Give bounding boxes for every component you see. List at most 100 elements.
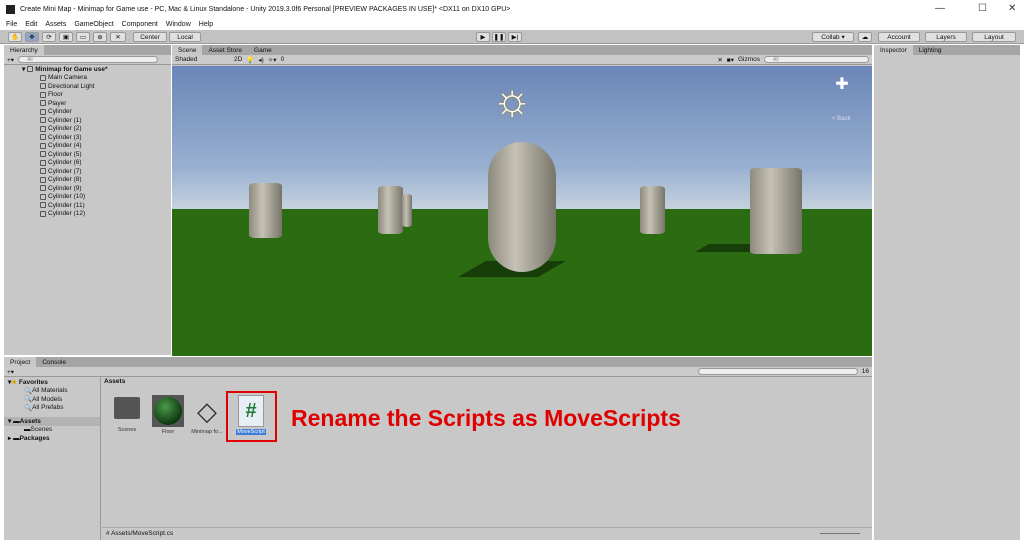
collab-button[interactable]: Collab ▾ xyxy=(812,32,854,42)
menu-file[interactable]: File xyxy=(6,21,17,28)
tools-icon[interactable]: ✕ xyxy=(717,56,722,64)
favorites[interactable]: ▾ ★ Favorites xyxy=(4,378,100,387)
2d-toggle[interactable]: 2D xyxy=(234,56,242,63)
asset-floor-material[interactable]: Floor xyxy=(148,395,188,435)
transform-tool-button[interactable]: ⊕ xyxy=(93,32,107,42)
layers-dropdown[interactable]: Layers xyxy=(925,32,967,42)
hierarchy-item-label: Cylinder xyxy=(48,108,72,116)
hierarchy-item[interactable]: Cylinder (9) xyxy=(4,184,171,193)
create-button[interactable]: +▾ xyxy=(7,56,14,64)
project-search[interactable] xyxy=(697,368,858,375)
hierarchy-item[interactable]: Cylinder (3) xyxy=(4,133,171,142)
annotation-text: Rename the Scripts as MoveScripts xyxy=(291,405,681,431)
tab-hierarchy[interactable]: Hierarchy xyxy=(4,45,44,55)
asset-count: 16 xyxy=(861,368,869,375)
menu-component[interactable]: Component xyxy=(122,21,158,28)
step-button[interactable]: ▶| xyxy=(508,32,522,42)
hierarchy-item[interactable]: Cylinder (8) xyxy=(4,176,171,185)
account-dropdown[interactable]: Account xyxy=(878,32,920,42)
pivot-center-button[interactable]: Center xyxy=(133,32,167,42)
folder-scenes[interactable]: ▬ Scenes xyxy=(4,426,100,435)
back-label[interactable]: < Back xyxy=(832,116,851,122)
menu-window[interactable]: Window xyxy=(166,21,191,28)
custom-tool-button[interactable]: ✕ xyxy=(110,32,126,42)
create-asset-button[interactable]: +▾ xyxy=(7,368,14,376)
lighting-toggle-icon[interactable]: 💡 xyxy=(246,56,254,64)
audio-toggle-icon[interactable]: ◂) xyxy=(258,56,263,64)
material-preview xyxy=(152,395,184,427)
gameobject-icon xyxy=(40,134,46,141)
layout-dropdown[interactable]: Layout xyxy=(972,32,1016,42)
folder-packages[interactable]: ▸ ▬ Packages xyxy=(4,434,100,443)
gizmos-dropdown[interactable]: Gizmos xyxy=(738,56,760,63)
play-button[interactable]: ▶ xyxy=(476,32,490,42)
hierarchy-item-label: Cylinder (3) xyxy=(48,133,82,141)
scene-name: Minimap for Game use* xyxy=(35,65,108,73)
cylinder xyxy=(402,194,412,227)
tab-asset-store[interactable]: Asset Store xyxy=(202,45,248,55)
pivot-local-button[interactable]: Local xyxy=(169,32,201,42)
breadcrumb[interactable]: Assets xyxy=(104,378,125,385)
hierarchy-item[interactable]: Cylinder (4) xyxy=(4,142,171,151)
hand-tool-button[interactable]: ✋ xyxy=(8,32,22,42)
asset-minimap-scene[interactable]: ◇ Minimap fo... xyxy=(187,395,227,435)
tab-scene[interactable]: Scene xyxy=(172,45,203,55)
hierarchy-item[interactable]: Cylinder (6) xyxy=(4,159,171,168)
hierarchy-item[interactable]: Floor xyxy=(4,91,171,100)
rect-tool-button[interactable]: ▭ xyxy=(76,32,90,42)
minimize-button[interactable]: — xyxy=(935,3,945,14)
hierarchy-item[interactable]: Player xyxy=(4,99,171,108)
fav-all-materials[interactable]: 🔍 All Materials xyxy=(4,387,100,396)
asset-movescript[interactable]: # MoveScript xyxy=(231,395,271,435)
asset-label: Minimap fo... xyxy=(191,429,223,435)
tab-project[interactable]: Project xyxy=(4,357,37,367)
cloud-icon[interactable]: ☁ xyxy=(858,32,872,42)
menu-assets[interactable]: Assets xyxy=(45,21,66,28)
scene-viewport[interactable]: ☼ ✚ < Back xyxy=(172,66,872,356)
pause-button[interactable]: ❚❚ xyxy=(492,32,506,42)
hierarchy-item[interactable]: Directional Light xyxy=(4,82,171,91)
hierarchy-item-label: Cylinder (5) xyxy=(48,150,82,158)
tab-console[interactable]: Console xyxy=(36,357,72,367)
hierarchy-search[interactable]: All xyxy=(18,56,159,63)
label: Packages xyxy=(19,434,50,442)
hierarchy-item-label: Cylinder (12) xyxy=(48,210,86,218)
scene-gizmo[interactable]: ✚ xyxy=(827,74,857,114)
hierarchy-item[interactable]: Cylinder (11) xyxy=(4,201,171,210)
fav-all-prefabs[interactable]: 🔍 All Prefabs xyxy=(4,404,100,413)
tab-inspector[interactable]: Inspector xyxy=(874,45,913,55)
scene-root[interactable]: ▾ Minimap for Game use* xyxy=(4,65,171,74)
hierarchy-item[interactable]: Cylinder (2) xyxy=(4,125,171,134)
scene-search[interactable]: All xyxy=(764,56,869,63)
close-button[interactable]: ✕ xyxy=(1008,3,1016,14)
tab-game[interactable]: Game xyxy=(248,45,278,55)
hierarchy-item-label: Cylinder (10) xyxy=(48,193,86,201)
unity-logo-icon xyxy=(6,4,15,14)
asset-scenes-folder[interactable]: Scenes xyxy=(107,395,147,433)
hierarchy-item[interactable]: Cylinder (5) xyxy=(4,150,171,159)
maximize-button[interactable]: ☐ xyxy=(978,3,987,14)
hierarchy-item[interactable]: Cylinder (7) xyxy=(4,167,171,176)
title-bar: Create Mini Map - Minimap for Game use -… xyxy=(0,0,1024,18)
hierarchy-item[interactable]: Cylinder xyxy=(4,108,171,117)
label: All Materials xyxy=(32,387,68,395)
scale-tool-button[interactable]: ▣ xyxy=(59,32,73,42)
menu-edit[interactable]: Edit xyxy=(25,21,37,28)
hierarchy-item[interactable]: Cylinder (10) xyxy=(4,193,171,202)
effects-dropdown-icon[interactable]: ✧▾ xyxy=(268,56,277,64)
fav-all-models[interactable]: 🔍 All Models xyxy=(4,395,100,404)
move-tool-button[interactable]: ✥ xyxy=(25,32,39,42)
menu-help[interactable]: Help xyxy=(199,21,213,28)
hidden-objects-count[interactable]: 0 xyxy=(281,56,285,63)
hierarchy-item[interactable]: Cylinder (1) xyxy=(4,116,171,125)
shading-dropdown[interactable]: Shaded xyxy=(175,56,230,63)
rotate-tool-button[interactable]: ⟳ xyxy=(42,32,56,42)
hierarchy-item[interactable]: Cylinder (12) xyxy=(4,210,171,219)
camera-dropdown-icon[interactable]: ■▾ xyxy=(727,56,734,64)
menu-gameobject[interactable]: GameObject xyxy=(74,21,113,28)
tab-lighting[interactable]: Lighting xyxy=(913,45,948,55)
hierarchy-item[interactable]: Main Camera xyxy=(4,74,171,83)
icon-size-slider[interactable] xyxy=(820,533,860,534)
label: All Prefabs xyxy=(32,404,64,412)
folder-assets[interactable]: ▾ ▬ Assets xyxy=(4,417,100,426)
